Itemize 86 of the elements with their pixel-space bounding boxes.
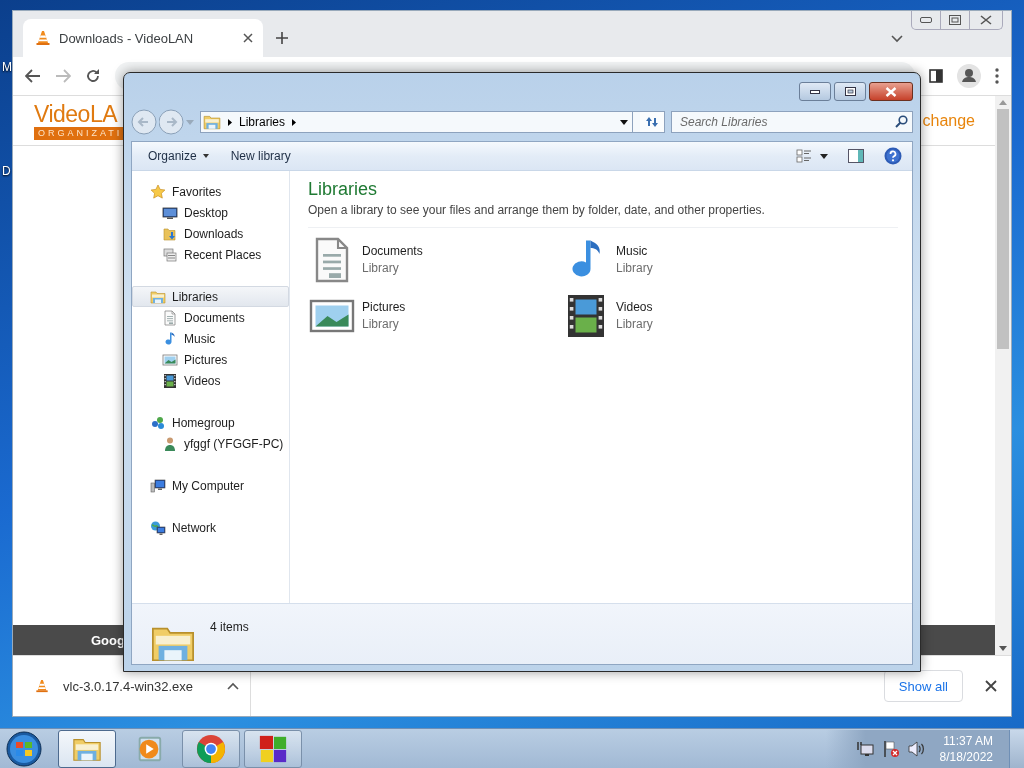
side-panel-icon[interactable] (929, 69, 943, 83)
search-field[interactable]: Search Libraries (671, 111, 913, 133)
menu-dots-icon[interactable] (995, 68, 999, 84)
refresh-icon[interactable] (645, 116, 659, 128)
picture-frame-icon (162, 351, 178, 368)
maximize-icon (844, 87, 856, 96)
item-count: 4 items (210, 620, 249, 634)
traffic-cone-icon (35, 30, 51, 46)
stacked-windows-icon (162, 246, 178, 263)
nav-item[interactable]: Downloads (132, 223, 289, 244)
maximize-icon[interactable] (949, 15, 961, 25)
show-all-button[interactable]: Show all (883, 670, 963, 702)
breadcrumb-arrow-icon[interactable] (228, 118, 232, 126)
nav-item[interactable]: Pictures (132, 349, 289, 370)
folder-icon (162, 225, 178, 242)
dropdown-arrow-icon[interactable] (820, 153, 828, 159)
minimize-icon[interactable] (920, 17, 932, 23)
taskbar-button[interactable] (182, 729, 240, 768)
toolbar-button[interactable]: New library (222, 146, 299, 166)
film-strip-icon (162, 372, 178, 389)
scroll-down-arrow-icon[interactable] (999, 646, 1007, 651)
start-orb-icon[interactable] (4, 729, 44, 768)
nav-item[interactable]: Videos (132, 370, 289, 391)
reload-icon[interactable] (85, 68, 101, 84)
close-icon (885, 86, 897, 97)
preview-pane-icon[interactable] (848, 149, 864, 163)
nav-item[interactable]: Favorites (132, 181, 289, 202)
breadcrumb-arrow-icon[interactable] (292, 118, 297, 126)
nav-item[interactable]: Recent Places (132, 244, 289, 265)
nav-item[interactable]: Desktop (132, 202, 289, 223)
library-item[interactable]: Music Library (562, 236, 816, 286)
maximize-button[interactable] (834, 82, 866, 101)
speaker-icon[interactable] (907, 740, 926, 757)
desktop-icon-label: D (2, 164, 11, 178)
nav-item[interactable]: My Computer (132, 475, 289, 496)
close-icon[interactable] (985, 680, 997, 692)
colored-tiles-icon (258, 733, 288, 764)
minimize-icon (810, 89, 820, 94)
tab-title: Downloads - VideoLAN (59, 30, 195, 46)
taskbar-button[interactable] (244, 729, 302, 768)
minimize-button[interactable] (799, 82, 831, 101)
folder-icon (203, 113, 221, 131)
avatar-icon[interactable] (957, 64, 981, 88)
scrollbar-thumb[interactable] (997, 109, 1009, 349)
logo-text: VideoLA (34, 101, 118, 127)
library-item[interactable]: Pictures Library (308, 292, 562, 342)
close-button[interactable] (869, 82, 913, 101)
folder-icon (150, 288, 166, 305)
network-icon[interactable] (855, 740, 874, 757)
library-item[interactable]: Videos Library (562, 292, 816, 342)
traffic-cone-icon (35, 679, 49, 693)
help-icon[interactable] (884, 147, 902, 165)
chrome-icon (196, 733, 226, 764)
nav-item[interactable]: Network (132, 517, 289, 538)
monitor-icon (162, 204, 178, 221)
nav-item[interactable]: Music (132, 328, 289, 349)
library-item[interactable]: Documents Library (308, 236, 562, 286)
chevron-down-icon[interactable] (891, 35, 903, 43)
nav-item[interactable]: Libraries (132, 286, 289, 307)
user-icon (162, 435, 178, 452)
close-icon[interactable] (980, 15, 992, 25)
view-options-icon[interactable] (796, 148, 812, 164)
desktop-icon-label: M (2, 60, 12, 74)
pane-description: Open a library to see your files and arrange them by folder, date, and other properties. (308, 203, 898, 228)
back-arrow-icon[interactable] (25, 69, 41, 83)
taskbar-button[interactable] (58, 729, 116, 768)
star-icon (150, 183, 166, 200)
nav-item[interactable]: yfggf (YFGGF-PC) (132, 433, 289, 454)
computer-icon (150, 477, 166, 494)
dropdown-arrow-icon[interactable] (620, 119, 628, 125)
flag-icon[interactable] (881, 739, 900, 758)
pane-heading: Libraries (308, 179, 379, 200)
toolbar-button[interactable]: Organize (140, 146, 217, 166)
connected-spheres-icon (150, 414, 166, 431)
search-icon (895, 115, 908, 128)
document-icon (162, 309, 178, 326)
address-field[interactable]: Libraries (200, 111, 665, 133)
caret-up-icon[interactable] (227, 682, 239, 690)
download-file-name[interactable]: vlc-3.0.17.4-win32.exe (63, 678, 213, 694)
network-icon (150, 519, 166, 536)
nav-item[interactable]: Documents (132, 307, 289, 328)
breadcrumb-item[interactable]: Libraries (239, 115, 286, 129)
plus-icon[interactable] (275, 31, 289, 45)
browser-tab[interactable]: Downloads - VideoLAN (23, 19, 263, 57)
close-icon[interactable] (243, 33, 253, 43)
nav-item[interactable]: Homegroup (132, 412, 289, 433)
